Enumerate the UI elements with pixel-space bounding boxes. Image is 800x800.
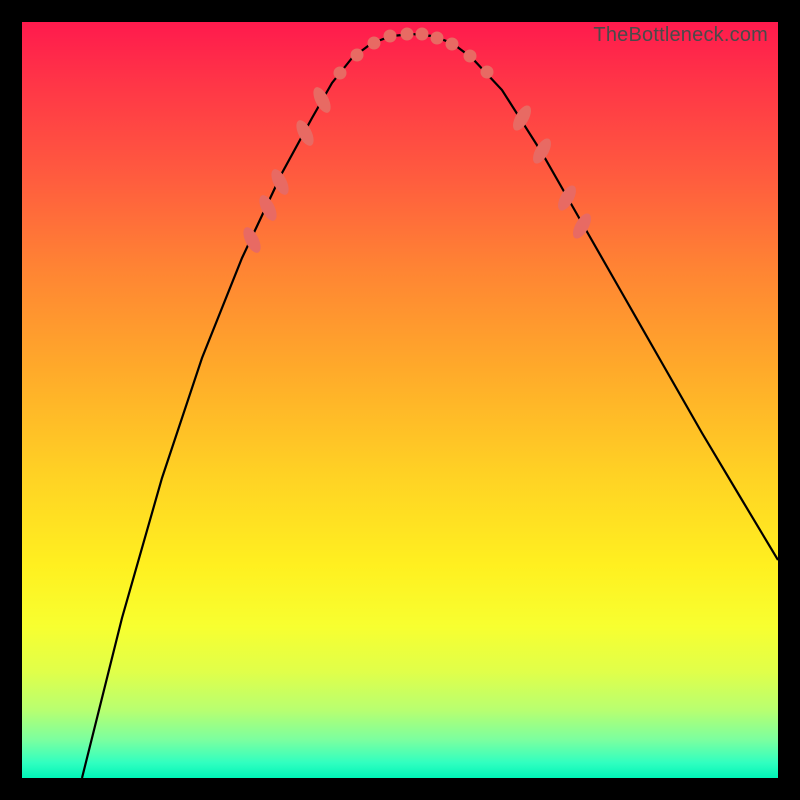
marker — [334, 67, 347, 80]
marker — [431, 32, 444, 45]
chart-frame: TheBottleneck.com — [0, 0, 800, 800]
marker — [446, 38, 459, 51]
marker — [351, 49, 364, 62]
watermark-text: TheBottleneck.com — [593, 24, 768, 47]
marker — [554, 183, 579, 214]
marker — [481, 66, 494, 79]
curve-line — [82, 34, 778, 778]
curve-markers — [240, 28, 595, 256]
marker — [310, 85, 334, 116]
marker — [416, 28, 429, 41]
marker — [464, 50, 477, 63]
marker — [293, 118, 317, 149]
marker — [368, 37, 381, 50]
marker — [240, 225, 264, 256]
marker — [401, 28, 414, 41]
plot-area: TheBottleneck.com — [22, 22, 778, 778]
marker — [384, 30, 397, 43]
curve-svg — [22, 22, 778, 778]
bottleneck-curve — [82, 34, 778, 778]
